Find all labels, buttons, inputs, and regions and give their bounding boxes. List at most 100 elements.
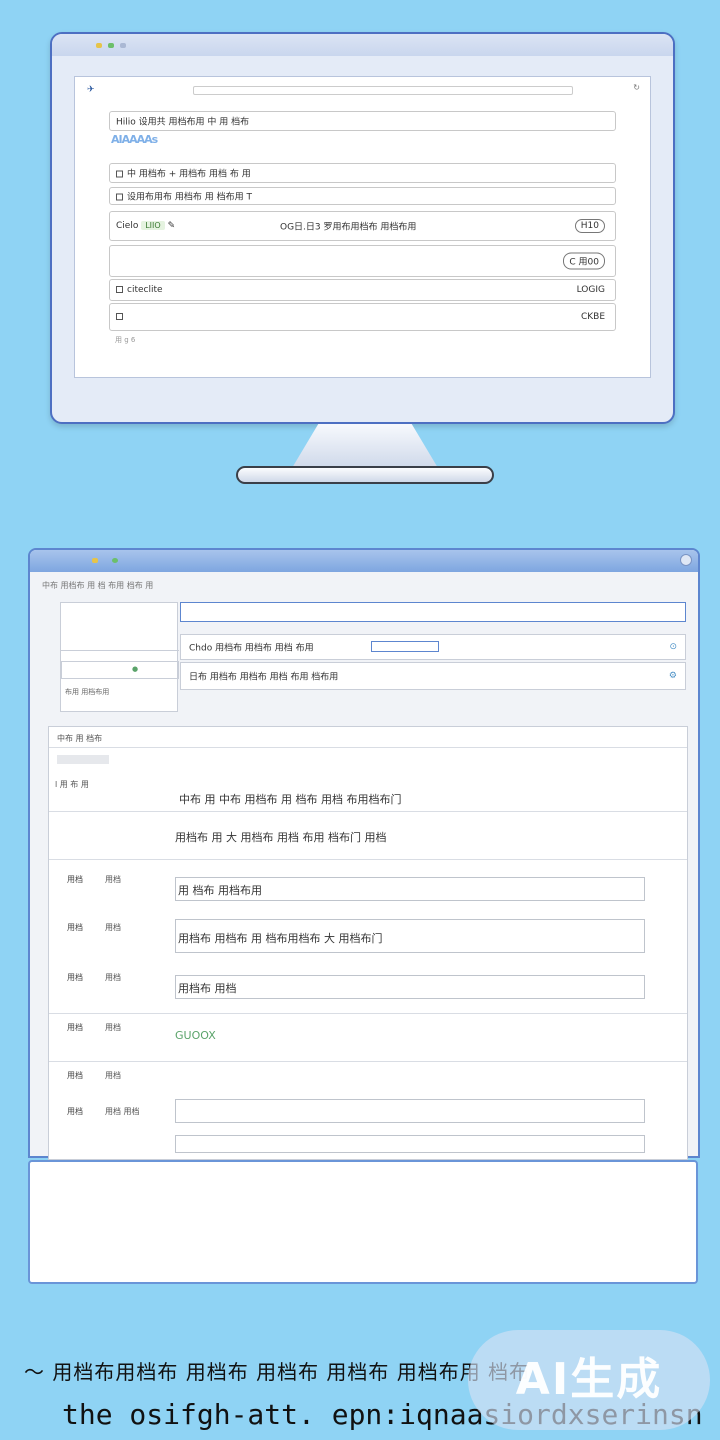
row-label: 用档 (67, 875, 83, 884)
status-badge: LIIO (141, 221, 165, 230)
row-mini-label: 用档 (105, 973, 121, 982)
row-label: 用档 (67, 1107, 83, 1116)
search-input[interactable] (371, 641, 439, 652)
monitor-frame: ✈ ↻ Hilio 设用共 用档布用 中 用 档布 AIAAAAs 中 用档布 … (50, 32, 675, 424)
search-field[interactable]: Chdo 用档布 用档布 用档 布用 ⊙ (180, 634, 686, 660)
form-input[interactable]: 用档布 用档布 用 档布用档布 大 用档布门 (175, 919, 645, 953)
blank-content-card (28, 1160, 698, 1284)
screen-row-5[interactable]: C 用00 (109, 245, 616, 277)
form-row: 用档 用档 用档布 用档 (49, 967, 689, 1007)
screen-row-1[interactable]: Hilio 设用共 用档布用 中 用 档布 (109, 111, 616, 131)
screen-footnote: 用 g 6 (115, 336, 136, 344)
address-bar[interactable] (193, 86, 573, 95)
row-mini-label: 用档 (105, 923, 121, 932)
address-row: ✈ ↻ (83, 83, 642, 97)
row-6-right-text: LOGIG (576, 285, 605, 295)
secondary-field[interactable]: 日布 用档布 用档布 用档 布用 档布用 ⚙ (180, 662, 686, 690)
row-3-label: 设用布用布 用档布 用 档布用 T (116, 190, 252, 203)
checkbox-icon[interactable] (116, 193, 123, 201)
refresh-icon[interactable]: ↻ (633, 83, 640, 92)
row-4-right-pill[interactable]: H10 (574, 219, 605, 233)
row-4-left-text: Cielo (116, 221, 139, 231)
window-control-icon[interactable] (120, 43, 126, 48)
minimize-icon[interactable] (96, 43, 102, 48)
form-subheader (57, 755, 109, 764)
divider (49, 859, 687, 860)
maximize-icon[interactable] (112, 558, 118, 563)
row-4-left: Cielo LIIO ✎ (116, 221, 175, 231)
form-input[interactable] (175, 1099, 645, 1123)
row-mini-label: 用档 (105, 875, 121, 884)
row-label: 用档 (67, 1071, 83, 1080)
form-row: 用档 用档 用档布 用档布 用 档布用档布 大 用档布门 (49, 915, 689, 959)
browser-window: 中布 用档布 用 档 布用 档布 用 ● 布用 用档布用 Chdo 用档布 用档… (28, 548, 700, 1160)
colorful-banner-text: AIAAAAs (111, 133, 158, 146)
green-value-text: GUOOX (175, 1029, 216, 1042)
form-row: 用档 用档 用 档布 用档布用 (49, 869, 689, 909)
screen-row-2[interactable]: 中 用档布 + 用档布 用档 布 用 (109, 163, 616, 183)
main-panel: Chdo 用档布 用档布 用档 布用 ⊙ 日布 用档布 用档布 用档 布用 档布… (180, 602, 686, 696)
menu-bar[interactable]: 中布 用档布 用 档 布用 档布 用 (42, 580, 153, 591)
screen-row-3[interactable]: 设用布用布 用档布 用 档布用 T (109, 187, 616, 205)
address-actions: ↻ (633, 83, 640, 92)
window-title-bar (30, 550, 698, 572)
left-panel-tag: 布用 用档布用 (65, 688, 110, 696)
settings-icon[interactable]: ⚙ (669, 671, 677, 681)
ai-generated-watermark: AI生成 (468, 1330, 710, 1430)
search-label: Chdo 用档布 用档布 用档 布用 (189, 643, 314, 654)
row-4-center-text: OG日.日3 罗用布用档布 用档布用 (280, 222, 417, 233)
form-row: 用档 用档 GUOOX (49, 1017, 689, 1057)
row-label: 用档 (67, 1023, 83, 1032)
row-3-text: 设用布用布 用档布 用 档布用 T (127, 192, 252, 203)
top-input-bar[interactable] (180, 602, 686, 622)
search-icon[interactable]: ⊙ (669, 642, 677, 652)
checkbox-icon[interactable] (116, 286, 123, 293)
left-panel-card[interactable] (61, 603, 179, 651)
row-1-label: Hilio 设用共 用档布用 中 用 档布 (116, 117, 250, 128)
form-line-1: 中布 用 中布 用档布 用 档布 用档 布用档布门 (179, 793, 402, 806)
monitor-screen: ✈ ↻ Hilio 设用共 用档布用 中 用 档布 AIAAAAs 中 用档布 … (74, 76, 651, 378)
monitor-base (236, 466, 494, 484)
row-label: 用档 (67, 923, 83, 932)
screen-row-4[interactable]: Cielo LIIO ✎ OG日.日3 罗用布用档布 用档布用 H10 (109, 211, 616, 241)
row-2-text: 中 用档布 + 用档布 用档 布 用 (127, 169, 251, 180)
row-7-left (116, 312, 127, 322)
divider (49, 747, 687, 748)
row-5-right-pill[interactable]: C 用00 (563, 252, 605, 270)
form-card: 中布 用 档布 l 用 布 用 中布 用 中布 用档布 用 档布 用档 布用档布… (48, 726, 688, 1160)
checkbox-icon[interactable] (116, 170, 123, 178)
secondary-label: 日布 用档布 用档布 用档 布用 档布用 (189, 672, 339, 683)
form-line-2: 用档布 用 大 用档布 用档 布用 档布门 用档 (175, 831, 387, 844)
row-mini-label: 用档 (105, 1071, 121, 1080)
row-mini-label: 用档 (105, 1023, 121, 1032)
divider (49, 1013, 687, 1014)
left-panel-row[interactable]: ● (61, 661, 179, 679)
row-7-right-text: CKBE (580, 312, 605, 322)
screen-row-6[interactable]: citeclite LOGIG (109, 279, 616, 301)
form-row: 用档 用档 (49, 1067, 689, 1097)
form-input[interactable]: 用档布 用档 (175, 975, 645, 999)
row-mini-label: 用档 用档 (105, 1107, 140, 1116)
maximize-icon[interactable] (108, 43, 114, 48)
divider (49, 1061, 687, 1062)
monitor-stand (292, 424, 438, 468)
form-input-secondary[interactable] (175, 1135, 645, 1153)
checkbox-icon[interactable] (116, 313, 123, 320)
divider (49, 811, 687, 812)
app-logo-icon: ✈ (87, 85, 95, 95)
minimize-icon[interactable] (92, 558, 98, 563)
chat-icon[interactable]: ● (132, 665, 138, 673)
left-panel: ● 布用 用档布用 (60, 602, 179, 712)
form-header: 中布 用 档布 (57, 734, 103, 743)
row-6-left: citeclite (116, 285, 163, 295)
form-row: 用档 用档 用档 (49, 1099, 689, 1155)
row-6-left-text: citeclite (127, 285, 163, 295)
screen-row-7[interactable]: CKBE (109, 303, 616, 331)
caption-line-1: 〜 用档布用档布 用档布 用档布 用档布 用档布用 档布 (24, 1360, 531, 1384)
row-label: 用档 (67, 973, 83, 982)
edit-icon[interactable]: ✎ (168, 221, 176, 231)
monitor-title-bar (52, 34, 673, 56)
close-icon[interactable] (680, 554, 692, 566)
form-input[interactable]: 用 档布 用档布用 (175, 877, 645, 901)
row-2-label: 中 用档布 + 用档布 用档 布 用 (116, 167, 251, 180)
